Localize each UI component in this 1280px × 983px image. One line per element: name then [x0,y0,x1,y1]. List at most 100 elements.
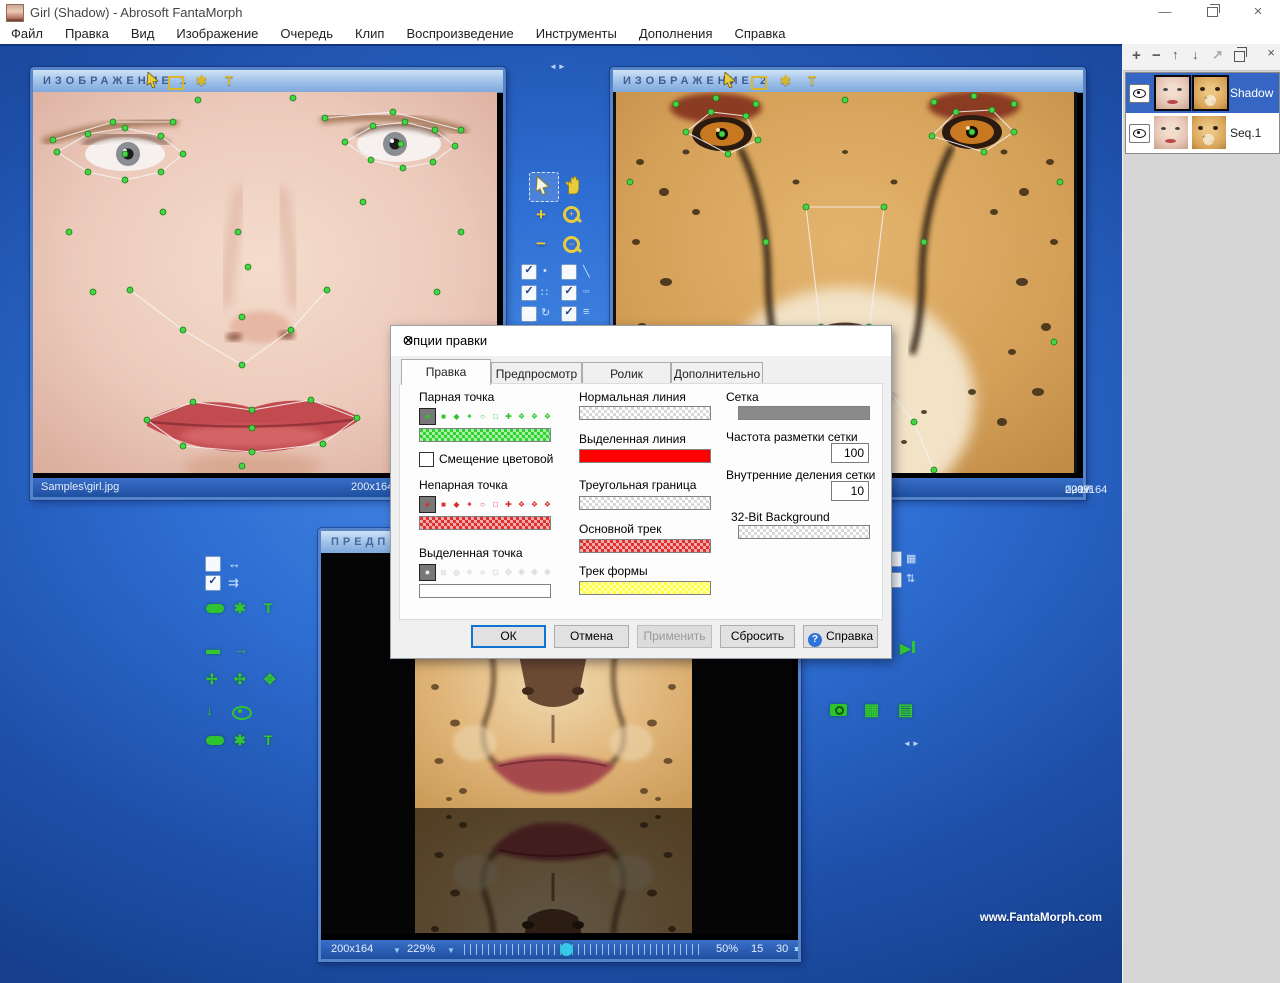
point-style-option[interactable]: ✦ [464,565,475,580]
selected-point-style-picker[interactable]: ● ■ ◆ ✦ ○ □ ✚ ❖ ❖ ❖ [419,563,553,581]
crop-icon[interactable] [168,76,184,90]
apply-button[interactable]: Применить [637,625,712,648]
image1-titlebar[interactable]: ИЗОБРАЖЕНИЕ 1 ✱ T [33,70,503,93]
tab-movie[interactable]: Ролик [582,362,671,384]
layer-thumb-cheetah[interactable] [1192,116,1226,149]
tab-edit[interactable]: Правка [401,359,491,385]
paired-point-style-picker[interactable]: ● ■ ◆ ✦ ○ □ ✚ ❖ ❖ ❖ [419,407,553,425]
dialog-close-button[interactable]: ✕ [403,333,881,349]
menu-item[interactable]: Воспроизведение [395,24,524,44]
text-tool-icon[interactable]: T [225,73,233,88]
point-style-option[interactable]: ■ [438,565,449,580]
zoom-in-tool-icon[interactable]: + [563,206,580,223]
cancel-button[interactable]: Отмена [554,625,629,648]
selected-line-color-swatch[interactable] [579,449,711,463]
help-button[interactable]: ? Справка [803,625,878,648]
show-lines-checkbox[interactable] [561,264,577,280]
point-style-option[interactable]: ◆ [451,409,462,424]
layer-row-shadow[interactable]: Shadow [1126,73,1279,113]
selected-point-color-swatch[interactable] [419,584,551,598]
point-style-option[interactable]: ◆ [451,565,462,580]
shape-track-color-swatch[interactable] [579,581,711,595]
point-style-option[interactable]: ✦ [464,409,475,424]
menu-item[interactable]: Клип [344,24,395,44]
pan-hand-tool-icon[interactable] [564,175,582,195]
rotate-view-checkbox[interactable] [521,306,537,322]
arrow-right-icon[interactable]: → [234,641,248,657]
morph-tool-icon[interactable]: ✢ [206,671,218,688]
close-button[interactable]: × [1236,0,1280,24]
gear-icon[interactable]: ✱ [234,732,246,749]
morph-tool-icon[interactable]: ✣ [234,671,246,688]
minimize-button[interactable]: — [1143,0,1187,24]
remove-layer-button[interactable]: − [1152,47,1161,64]
image2-titlebar[interactable]: ИЗОБРАЖЕНИЕ 2 ✱ T [613,70,1083,93]
point-style-option[interactable]: ❖ [516,497,527,512]
point-style-option[interactable]: ✦ [464,497,475,512]
point-style-option[interactable]: ❖ [529,497,540,512]
point-style-option[interactable]: □ [490,565,501,580]
point-style-option[interactable]: □ [490,409,501,424]
add-layer-button[interactable]: + [1132,47,1141,64]
show-paired-points-checkbox[interactable]: ✓ [521,285,537,301]
point-style-option[interactable]: ● [419,495,436,513]
document-icon[interactable]: ▤ [898,700,913,720]
bg-32bit-swatch[interactable] [738,525,870,539]
point-style-option[interactable]: ❖ [529,565,540,580]
menu-item[interactable]: Очередь [269,24,344,44]
tab-advanced[interactable]: Дополнительно [671,362,763,384]
morph-slider-knob[interactable] [560,943,573,956]
layers-icon[interactable] [206,736,224,745]
frames-value[interactable]: 30 [776,943,788,955]
eye-icon[interactable] [232,706,252,720]
loop-checkbox[interactable] [205,556,221,572]
sync-windows-checkbox[interactable]: ✓ [561,306,577,322]
layer-thumb-cheetah[interactable] [1192,75,1229,111]
menu-item[interactable]: Дополнения [628,24,724,44]
point-style-option[interactable]: ■ [438,409,449,424]
reset-button[interactable]: Сбросить [720,625,795,648]
layer-thumb-girl[interactable] [1154,116,1188,149]
unpaired-point-style-picker[interactable]: ● ■ ◆ ✦ ○ □ ✚ ❖ ❖ ❖ [419,495,553,513]
menu-item[interactable]: Файл [0,24,54,44]
menu-item[interactable]: Вид [120,24,166,44]
point-style-option[interactable]: ● [419,563,436,581]
point-style-option[interactable]: ◆ [451,497,462,512]
point-style-option[interactable]: ■ [438,497,449,512]
point-style-option[interactable]: ❖ [529,409,540,424]
gear-icon[interactable]: ✱ [780,73,791,89]
point-style-option[interactable]: □ [490,497,501,512]
text-tool-icon[interactable]: T [264,600,273,616]
show-points-checkbox[interactable]: ✓ [521,264,537,280]
restore-button[interactable] [1190,0,1234,24]
grid-frequency-input[interactable] [831,443,869,463]
point-style-option[interactable]: ❖ [516,565,527,580]
forward-checkbox[interactable]: ✓ [205,575,221,591]
ok-button[interactable]: ОК [471,625,546,648]
dialog-titlebar[interactable]: Опции правки ✕ [391,326,891,356]
arrow-down-icon[interactable]: ↓ [206,702,213,718]
point-style-option[interactable]: ❖ [542,409,553,424]
point-style-option[interactable]: ✚ [503,497,514,512]
link-points-checkbox[interactable]: ✓ [561,285,577,301]
ruler-icon[interactable]: ▬ [206,641,220,657]
crop-icon[interactable] [751,76,767,90]
menu-item[interactable]: Изображение [165,24,269,44]
next-frame-icon[interactable]: ▶ [900,640,915,657]
main-track-color-swatch[interactable] [579,539,711,553]
menu-item[interactable]: Правка [54,24,120,44]
panel-close-button[interactable]: × [1267,45,1275,60]
text-tool-icon[interactable]: T [808,73,816,88]
move-layer-down-button[interactable]: ↓ [1192,47,1199,62]
layer-thumb-girl[interactable] [1154,75,1191,111]
move-layer-up-button[interactable]: ↑ [1172,47,1179,62]
normal-line-color-swatch[interactable] [579,406,711,420]
visibility-toggle[interactable] [1129,124,1150,143]
text-tool-icon[interactable]: T [264,732,273,748]
gear-icon[interactable]: ✱ [234,600,246,617]
point-style-option[interactable]: ❖ [542,565,553,580]
size-dropdown-icon[interactable]: ▼ [393,946,401,955]
point-style-option[interactable]: ○ [477,497,488,512]
select-tool-icon[interactable] [535,176,551,195]
menu-item[interactable]: Инструменты [525,24,628,44]
